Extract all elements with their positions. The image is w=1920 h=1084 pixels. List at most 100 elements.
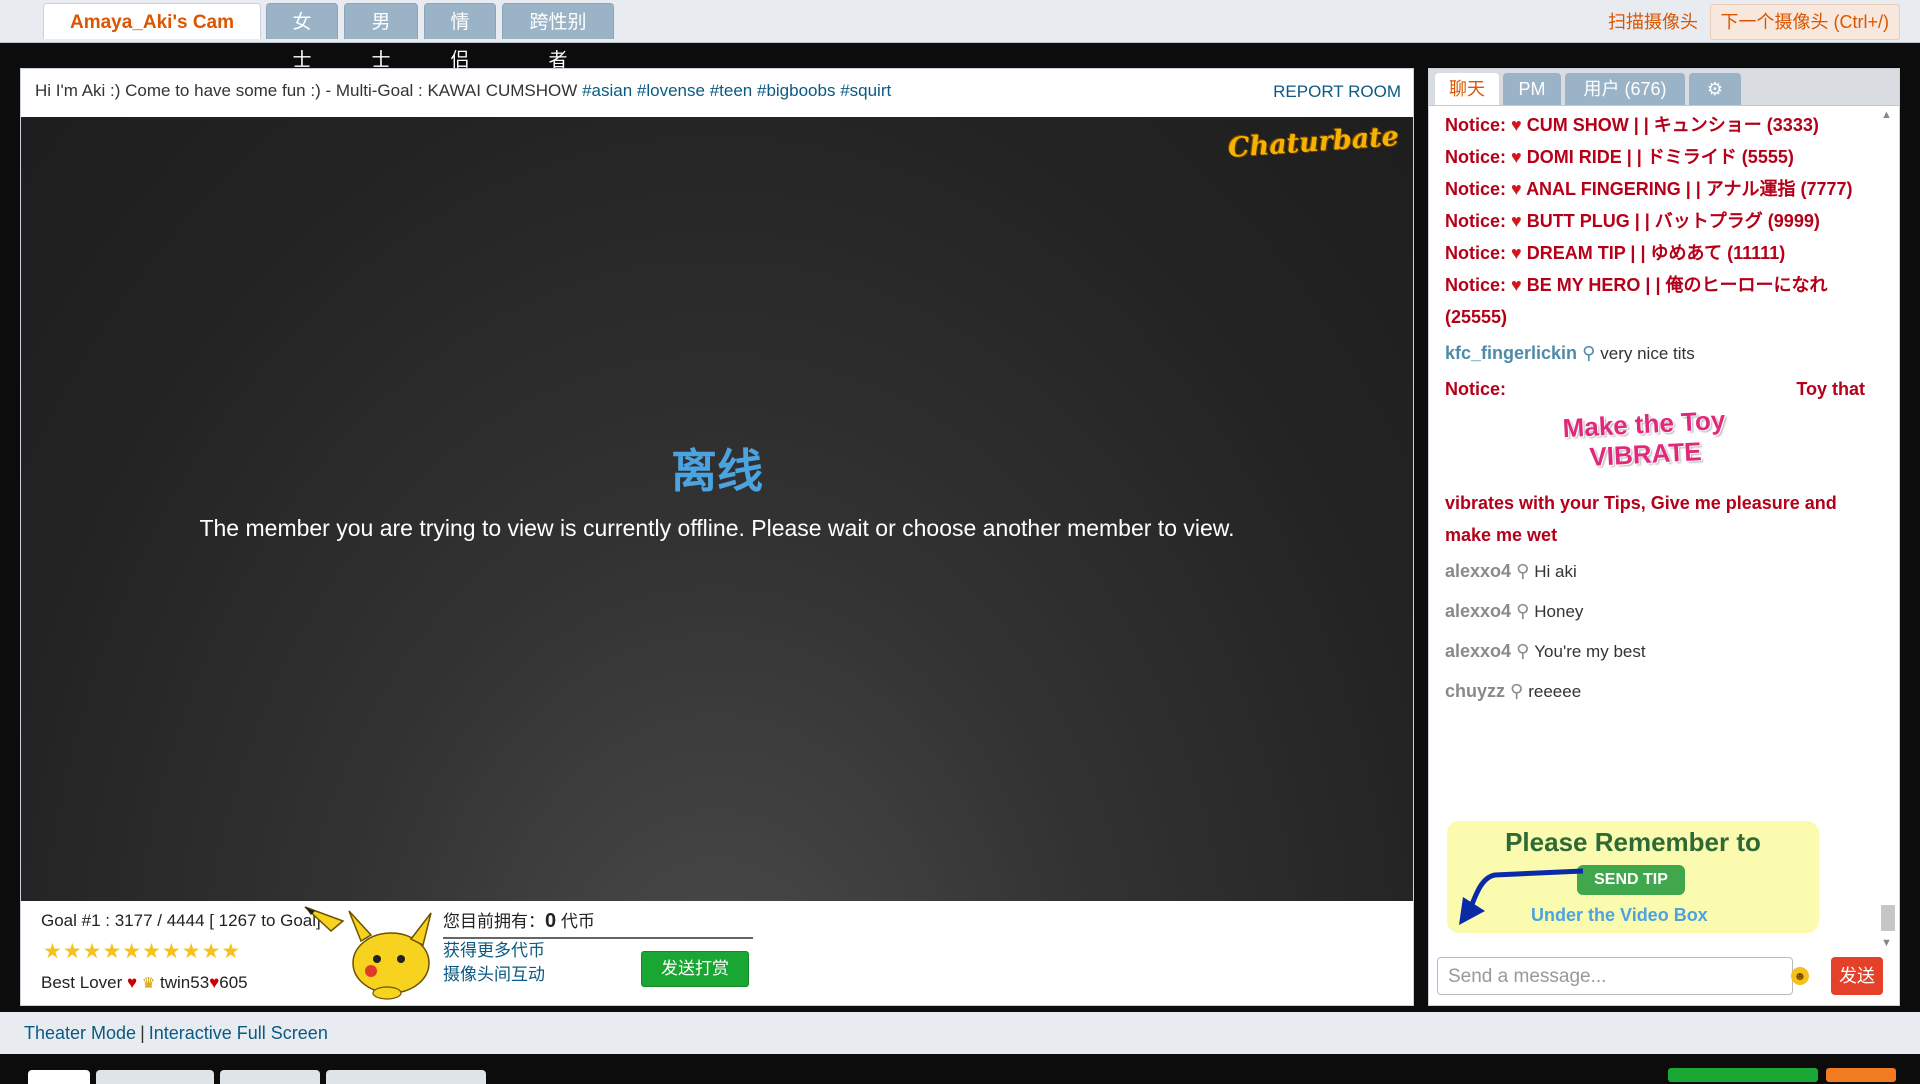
chat-message: alexxo4 ⚲ Honey	[1445, 591, 1865, 631]
next-camera-button[interactable]: 下一个摄像头 (Ctrl+/)	[1709, 4, 1900, 40]
heart-icon: ♥	[209, 973, 220, 992]
video-player[interactable]: Chaturbate 离线 The member you are trying …	[21, 117, 1413, 901]
chevron-up-icon[interactable]: ▲	[1881, 109, 1892, 121]
bottom-tab[interactable]	[326, 1070, 486, 1084]
gear-icon: ⚙	[1706, 79, 1724, 99]
heart-icon: ♥	[1511, 211, 1522, 231]
bottom-tab[interactable]	[96, 1070, 214, 1084]
goal-stars: ★★★★★★★★★★	[43, 940, 242, 963]
chat-notice: Notice: ♥ ANAL FINGERING | | アナル運指 (7777…	[1445, 179, 1853, 199]
chat-scrollbar[interactable]: ▲ ▼	[1879, 109, 1895, 949]
send-message-button[interactable]: 发送	[1831, 957, 1883, 995]
chat-message: alexxo4 ⚲ You're my best	[1445, 631, 1865, 671]
remember-title: Please Remember to	[1505, 827, 1761, 857]
chevron-down-icon[interactable]: ▼	[1881, 937, 1892, 949]
toy-notice-right: Toy that	[1796, 379, 1865, 399]
offline-message: The member you are trying to view is cur…	[199, 515, 1235, 541]
chat-notice: Notice: ♥ DREAM TIP | | ゆめあて (11111)	[1445, 243, 1786, 263]
chat-username[interactable]: alexxo4	[1445, 601, 1511, 621]
toy-notice-tail: vibrates with your Tips, Give me pleasur…	[1445, 493, 1837, 545]
tab-current-cam[interactable]: Amaya_Aki's Cam	[43, 3, 261, 39]
hashtag-link[interactable]: #squirt	[840, 81, 891, 100]
hashtag-link[interactable]: #lovense	[637, 81, 705, 100]
chat-text: reeeee	[1528, 682, 1582, 701]
token-balance-amount: 0	[545, 910, 557, 932]
heart-icon: ♥	[127, 973, 138, 992]
bottom-tab[interactable]	[220, 1070, 320, 1084]
chat-text: very nice tits	[1600, 344, 1695, 363]
top-tab-bar: Amaya_Aki's Cam 女士 男士 情侣 跨性别者 扫描摄像头 下一个摄…	[0, 0, 1920, 71]
tab-trans[interactable]: 跨性别者	[502, 3, 614, 71]
hashtag-link[interactable]: #bigboobs	[757, 81, 835, 100]
chat-messages: Notice: ♥ CUM SHOW | | キュンショー (3333) Not…	[1445, 109, 1865, 711]
heart-icon: ♥	[1511, 179, 1522, 199]
hashtag-link[interactable]: #asian	[582, 81, 632, 100]
token-balance: 您目前拥有：0 代币	[443, 907, 753, 939]
chat-panel: 聊天 PM 用户 (676) ⚙ Notice: ♥ CUM SHOW | | …	[1428, 68, 1900, 1006]
chat-message-input[interactable]: Send a message...	[1437, 957, 1793, 995]
chat-message: kfc_fingerlickin ⚲ very nice tits	[1445, 333, 1865, 373]
heart-icon: ♥	[1511, 243, 1522, 263]
chat-notice-toy: Notice: Toy that Make the Toy VIBRATE vi…	[1445, 373, 1865, 551]
best-lover-label: Best Lover	[41, 973, 123, 992]
remember-send-tip-badge: SEND TIP	[1577, 865, 1685, 895]
view-mode-links: Theater Mode | Interactive Full Screen	[24, 1012, 328, 1054]
room-subject: Hi I'm Aki :) Come to have some fun :) -…	[35, 81, 891, 101]
chat-notice: Notice: ♥ CUM SHOW | | キュンショー (3333)	[1445, 115, 1819, 135]
remember-subtext: Under the Video Box	[1531, 905, 1708, 925]
token-unit: 代币	[560, 912, 595, 931]
scan-cameras-link[interactable]: 扫描摄像头	[1608, 8, 1698, 34]
bottom-tab[interactable]	[28, 1070, 90, 1084]
chat-username[interactable]: kfc_fingerlickin	[1445, 343, 1577, 363]
goal-progress-text: Goal #1 : 3177 / 4444 [ 1267 to Goal]	[41, 911, 321, 930]
user-icon: ⚲	[1516, 601, 1530, 621]
best-lover-user: twin53	[160, 973, 210, 992]
theater-bar: Theater Mode | Interactive Full Screen	[0, 1012, 1920, 1054]
tab-users[interactable]: 用户 (676)	[1565, 73, 1685, 105]
heart-icon: ♥	[1511, 147, 1522, 167]
chat-text: Honey	[1534, 602, 1584, 621]
toy-vibrate-image: Make the Toy VIBRATE	[1561, 404, 1727, 472]
chat-notice: Notice: ♥ BE MY HERO | | 俺のヒーローになれ (2555…	[1445, 275, 1828, 327]
chat-notice: Notice: ♥ BUTT PLUG | | バットプラグ (9999)	[1445, 211, 1820, 231]
heart-icon: ♥	[1511, 115, 1522, 135]
token-balance-label: 您目前拥有：	[443, 912, 545, 931]
tab-chat[interactable]: 聊天	[1435, 73, 1499, 105]
heart-icon: ♥	[1511, 275, 1522, 295]
crown-icon: ♛	[141, 975, 156, 992]
chat-notice: Notice: ♥ DOMI RIDE | | ドミライド (5555)	[1445, 147, 1794, 167]
chat-text: You're my best	[1534, 642, 1646, 661]
send-tip-button[interactable]: 发送打赏	[641, 951, 749, 987]
scroll-thumb[interactable]	[1881, 905, 1895, 931]
goal-area: Goal #1 : 3177 / 4444 [ 1267 to Goal] ★★…	[21, 901, 1413, 1005]
tab-pm[interactable]: PM	[1503, 73, 1561, 105]
user-icon: ⚲	[1516, 561, 1530, 581]
pikachu-icon	[304, 906, 432, 1000]
chat-message: chuyzz ⚲ reeeee	[1445, 671, 1865, 711]
theater-mode-link[interactable]: Theater Mode	[24, 1023, 136, 1043]
emoji-icon[interactable]: ☻	[1791, 967, 1809, 985]
chat-text: Hi aki	[1534, 562, 1577, 581]
hashtag-link[interactable]: #teen	[710, 81, 753, 100]
user-icon: ⚲	[1516, 641, 1530, 661]
room-subject-text: Hi I'm Aki :) Come to have some fun :) -…	[35, 81, 578, 100]
chat-message: alexxo4 ⚲ Hi aki	[1445, 551, 1865, 591]
user-icon: ⚲	[1510, 681, 1524, 701]
settings-button[interactable]: ⚙	[1689, 73, 1741, 105]
user-icon: ⚲	[1582, 343, 1596, 363]
chat-username[interactable]: alexxo4	[1445, 641, 1511, 661]
tab-female[interactable]: 女士	[266, 3, 338, 71]
best-lover-amount: 605	[219, 973, 248, 992]
chat-username[interactable]: chuyzz	[1445, 681, 1505, 701]
offline-title: 离线	[671, 445, 763, 497]
chat-username[interactable]: alexxo4	[1445, 561, 1511, 581]
tab-male[interactable]: 男士	[344, 3, 418, 71]
remember-tip-banner: Please Remember to SEND TIP Under the Vi…	[1447, 821, 1819, 933]
best-lover: Best Lover ♥ ♛ twin53♥605	[41, 973, 248, 993]
report-room-link[interactable]: REPORT ROOM	[1273, 82, 1401, 102]
video-panel: Hi I'm Aki :) Come to have some fun :) -…	[20, 68, 1414, 1006]
separator: |	[140, 1023, 145, 1043]
bottom-tab-strip	[0, 1060, 1920, 1084]
interactive-fullscreen-link[interactable]: Interactive Full Screen	[149, 1023, 328, 1043]
tab-couple[interactable]: 情侣	[424, 3, 496, 71]
